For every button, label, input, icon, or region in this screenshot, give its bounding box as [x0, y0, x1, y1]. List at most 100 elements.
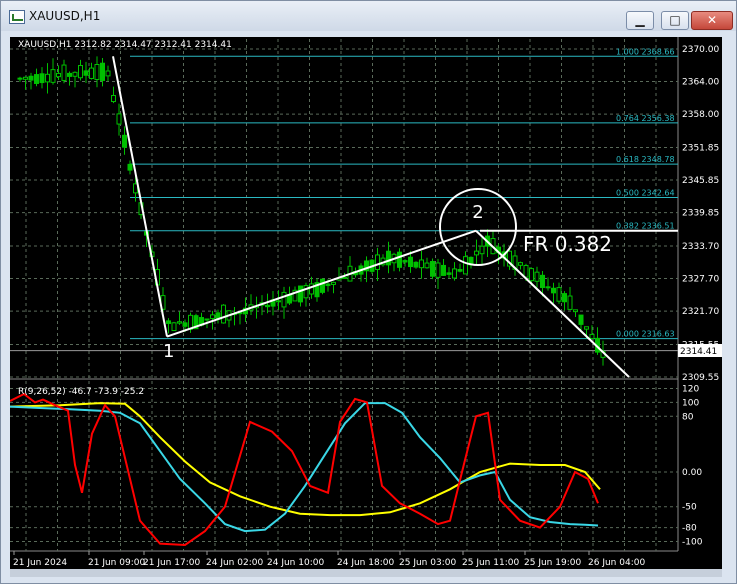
candlestick	[578, 314, 584, 331]
candle-body	[573, 309, 578, 313]
candlestick	[215, 309, 221, 324]
candle-body	[177, 321, 182, 324]
candle-body	[221, 304, 226, 324]
candle-body	[386, 250, 391, 266]
candle-body	[182, 322, 188, 327]
candlestick	[94, 56, 100, 88]
candle-body	[556, 287, 562, 302]
fib-anchor-trendline	[112, 56, 168, 337]
rally-trendline	[166, 229, 477, 338]
fib-level-label: 1.000 2368.66	[616, 47, 675, 56]
candle-body	[375, 254, 380, 270]
swing-point-2-label: 2	[472, 202, 483, 223]
candle-body	[479, 245, 485, 255]
candlestick	[386, 241, 391, 274]
time-label: 25 Jun 11:00	[462, 558, 519, 568]
candlestick	[61, 59, 67, 84]
candle-body	[584, 326, 589, 330]
indicator-tick: -80	[682, 524, 697, 534]
candlestick	[479, 236, 485, 266]
candlestick	[551, 282, 556, 304]
indicator-window[interactable]: 120 100 80 0.00 -50 -80 -100	[9, 384, 703, 548]
candle-body	[523, 264, 529, 278]
candle-body	[28, 75, 34, 81]
price-tick: 2333.70	[682, 242, 719, 252]
candlestick	[452, 262, 457, 281]
candle-body	[397, 251, 402, 268]
candle-body	[309, 283, 314, 295]
candlestick	[105, 65, 111, 82]
price-tick: 2351.85	[682, 143, 719, 153]
chart-horizontal-scrollbar[interactable]	[10, 569, 722, 577]
candle-body	[441, 264, 446, 276]
time-scale[interactable]: 21 Jun 2024 21 Jun 09:0021 Jun 17:00 24 Ju…	[13, 551, 645, 568]
candle-body	[122, 134, 127, 148]
candle-body	[589, 333, 595, 340]
candle-body	[430, 260, 435, 277]
fibonacci-retracement[interactable]: 1.000 2368.66 0.764 2356.38 0.618 2348.78 0…	[130, 47, 678, 340]
fib-level-label: 0.764 2356.38	[616, 114, 675, 123]
chart-area[interactable]: 1.000 2368.66 0.764 2356.38 0.618 2348.78 0…	[9, 37, 722, 569]
maximize-button[interactable]: □	[661, 11, 689, 30]
window-titlebar[interactable]: XAUUSD,H1 ▁ □ ✕	[1, 1, 736, 31]
candle-body	[45, 73, 50, 83]
fr-annotation: FR 0.382	[523, 232, 612, 256]
indicator-header: R(9,26,52) -46.7 -73.9 -25.2	[18, 387, 144, 397]
fib-level-label: 0.500 2342.64	[616, 188, 675, 197]
candle-body	[325, 283, 331, 287]
candlestick	[573, 309, 578, 318]
time-label: 25 Jun 03:00	[399, 558, 456, 568]
candle-body	[408, 256, 413, 268]
candle-body	[424, 262, 430, 269]
candle-body	[89, 67, 94, 79]
candlestick	[391, 252, 397, 272]
candlestick	[39, 67, 45, 89]
candle-body	[331, 281, 336, 285]
candlestick	[166, 318, 171, 334]
candlestick	[320, 278, 325, 295]
candle-body	[94, 63, 100, 80]
candle-body	[562, 293, 567, 303]
time-label: 21 Jun 09:00	[88, 558, 145, 568]
candlestick	[490, 231, 496, 255]
candle-body	[116, 113, 122, 125]
close-button[interactable]: ✕	[691, 11, 733, 30]
candlestick	[419, 250, 424, 279]
current-price-label: 2314.41	[680, 347, 717, 357]
candlestick	[347, 256, 353, 282]
fib-level-label: 0.618 2348.78	[616, 155, 675, 164]
candlestick	[89, 62, 94, 80]
candlestick	[595, 327, 600, 355]
chart-header: XAUUSD,H1 2312.82 2314.47 2312.41 2314.4…	[18, 40, 232, 50]
price-chart[interactable]: 1.000 2368.66 0.764 2356.38 0.618 2348.78 0…	[9, 37, 722, 569]
candle-body	[320, 278, 325, 293]
candlestick-series	[17, 56, 606, 366]
indicator-tick: 0.00	[682, 468, 702, 478]
candle-body	[474, 250, 479, 256]
price-scale[interactable]: 2370.00 2364.00 2358.00 2351.85 2345.85 2339.…	[682, 45, 719, 383]
candlestick	[232, 307, 237, 326]
indicator-tick: 100	[682, 398, 699, 408]
candlestick	[303, 282, 309, 307]
candlestick	[221, 304, 226, 324]
minimize-button[interactable]: ▁	[626, 11, 654, 30]
price-tick: 2345.85	[682, 176, 719, 186]
candlestick	[67, 71, 72, 86]
candle-body	[50, 69, 56, 83]
fib-level-label: 0.382 2336.51	[616, 222, 675, 231]
candle-body	[72, 71, 78, 77]
candle-body	[419, 259, 424, 269]
indicator-tick: -100	[682, 538, 703, 548]
candlestick	[226, 310, 232, 328]
candlestick	[127, 160, 133, 175]
price-tick: 2370.00	[682, 45, 719, 55]
candle-body	[166, 320, 171, 324]
candle-body	[204, 318, 210, 321]
candle-body	[463, 256, 468, 275]
candle-body	[61, 64, 67, 81]
candle-body	[265, 304, 270, 308]
time-label: 26 Jun 04:00	[588, 558, 645, 568]
candlestick	[556, 282, 562, 304]
candle-body	[540, 274, 545, 288]
candle-body	[78, 65, 83, 79]
